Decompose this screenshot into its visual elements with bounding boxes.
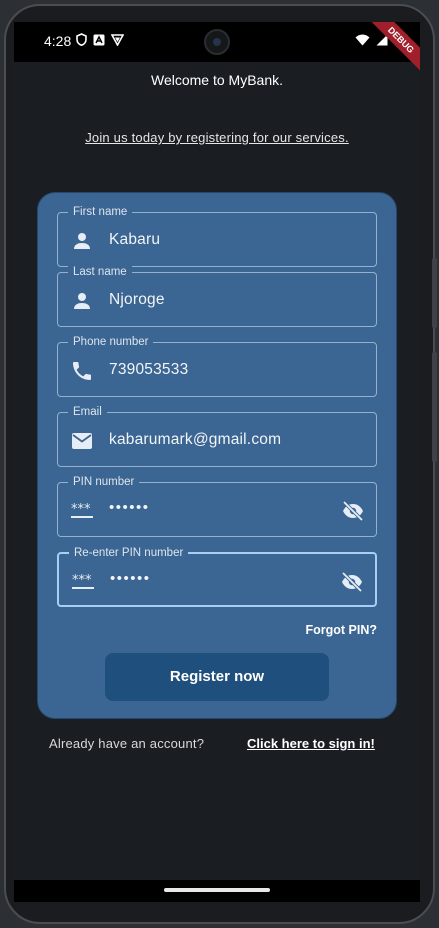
- volume-button: [432, 352, 437, 462]
- first-name-label: First name: [68, 205, 133, 219]
- pin-field[interactable]: PIN number *** ••••••: [57, 475, 377, 537]
- phone-number-field[interactable]: Phone number 739053533: [57, 335, 377, 397]
- app-screen: 4:28 DEBUG Welcome to MyBank. Join us to…: [14, 22, 420, 902]
- wifi-icon: [355, 34, 370, 45]
- sign-in-link[interactable]: Click here to sign in!: [247, 736, 375, 751]
- status-bar: 4:28: [14, 22, 420, 62]
- pin-label: PIN number: [68, 475, 140, 489]
- forgot-pin-link[interactable]: Forgot PIN?: [305, 623, 377, 637]
- status-icons-left: [76, 33, 124, 46]
- mail-icon: [72, 433, 92, 449]
- visibility-off-icon[interactable]: [340, 570, 364, 594]
- shield-status-icon: [76, 33, 87, 46]
- welcome-title: Welcome to MyBank.: [150, 72, 283, 88]
- join-link[interactable]: Join us today by registering for our ser…: [14, 130, 420, 145]
- vpn-status-icon: [111, 33, 124, 46]
- password-icon: ***: [72, 573, 94, 589]
- email-input[interactable]: kabarumark@gmail.com: [109, 431, 281, 449]
- visibility-off-icon[interactable]: [341, 499, 365, 523]
- first-name-field[interactable]: First name Kabaru: [57, 205, 377, 267]
- email-field[interactable]: Email kabarumark@gmail.com: [57, 405, 377, 467]
- registration-card: First name Kabaru Last name Njoroge Phon…: [37, 192, 397, 719]
- svg-text:***: ***: [72, 573, 92, 588]
- pin-input[interactable]: ••••••: [109, 499, 150, 516]
- last-name-label: Last name: [68, 265, 132, 279]
- phone-number-input[interactable]: 739053533: [109, 361, 188, 379]
- password-icon: ***: [71, 502, 93, 518]
- status-time: 4:28: [44, 33, 72, 49]
- app-notification-icon: [93, 34, 105, 45]
- navigation-bar: [14, 880, 420, 902]
- re-enter-pin-field[interactable]: Re-enter PIN number *** ••••••: [57, 546, 377, 607]
- first-name-input[interactable]: Kabaru: [109, 231, 160, 249]
- power-button: [432, 258, 437, 328]
- last-name-field[interactable]: Last name Njoroge: [57, 265, 377, 327]
- phone-icon: [73, 362, 91, 380]
- already-have-account-text: Already have an account?: [49, 736, 205, 751]
- phone-number-label: Phone number: [68, 335, 154, 349]
- email-label: Email: [68, 405, 107, 419]
- home-gesture-bar[interactable]: [164, 888, 270, 892]
- svg-text:***: ***: [71, 502, 91, 517]
- front-camera: [204, 29, 230, 55]
- person-icon: [74, 293, 90, 309]
- re-enter-pin-label: Re-enter PIN number: [69, 546, 189, 560]
- register-button[interactable]: Register now: [105, 653, 329, 701]
- person-icon: [74, 233, 90, 249]
- last-name-input[interactable]: Njoroge: [109, 291, 165, 309]
- re-enter-pin-input[interactable]: ••••••: [110, 570, 151, 587]
